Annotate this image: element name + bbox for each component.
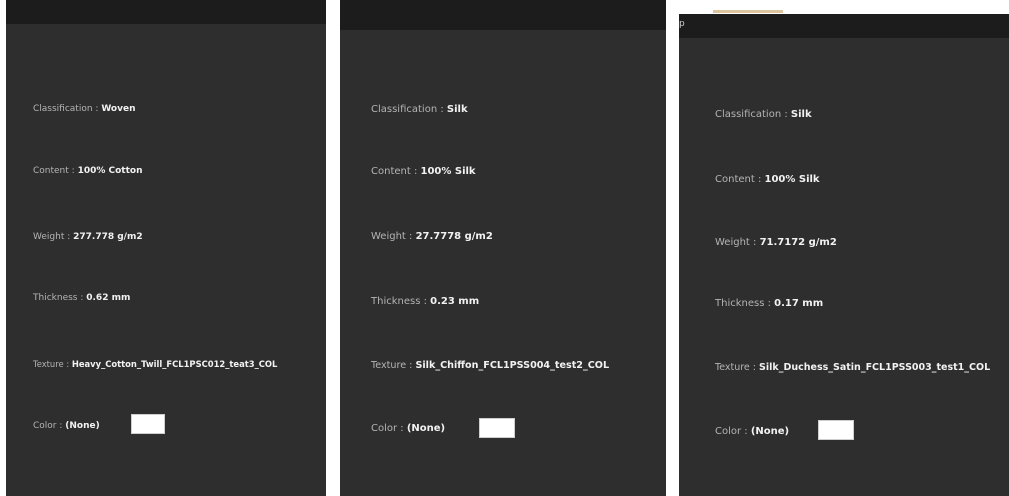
content-label: Content : <box>715 174 765 185</box>
classification-value: Silk <box>790 109 812 120</box>
content-row: Content : 100% Silk <box>371 166 476 177</box>
color-value: (None) <box>65 421 100 431</box>
texture-label: Texture : <box>33 359 72 369</box>
color-row: Color : (None) <box>715 426 789 437</box>
header-stub-text: p <box>679 19 685 29</box>
panel-header-bar <box>6 0 326 24</box>
texture-row: Texture : Silk_Duchess_Satin_FCL1PSS003_… <box>715 362 990 373</box>
content-value: 100% Cotton <box>77 166 143 176</box>
classification-label: Classification : <box>371 104 447 115</box>
content-label: Content : <box>33 166 78 176</box>
thickness-value: 0.17 mm <box>774 298 824 309</box>
color-row: Color : (None) <box>371 423 445 434</box>
weight-label: Weight : <box>33 232 74 242</box>
material-info-panel-2: Classification : Silk Content : 100% Sil… <box>340 0 666 496</box>
weight-value: 277.778 g/m2 <box>73 232 143 242</box>
material-info-panel-3: p Classification : Silk Content : 100% S… <box>679 0 1009 496</box>
texture-value: Heavy_Cotton_Twill_FCL1PSC012_teat3_COL <box>71 359 278 369</box>
classification-label: Classification : <box>715 109 791 120</box>
thickness-label: Thickness : <box>715 298 775 309</box>
classification-label: Classification : <box>33 104 102 114</box>
classification-value: Silk <box>446 104 468 115</box>
thickness-row: Thickness : 0.23 mm <box>371 296 479 307</box>
texture-label: Texture : <box>715 362 760 373</box>
content-value: 100% Silk <box>420 166 476 177</box>
color-label: Color : <box>371 423 407 434</box>
material-info-panel-1: Classification : Woven Content : 100% Co… <box>6 0 326 496</box>
classification-row: Classification : Silk <box>371 104 468 115</box>
classification-value: Woven <box>101 104 136 114</box>
color-swatch[interactable] <box>131 414 165 434</box>
thickness-label: Thickness : <box>371 296 431 307</box>
content-label: Content : <box>371 166 421 177</box>
content-row: Content : 100% Cotton <box>33 166 142 176</box>
panel-header-bar <box>340 0 666 30</box>
weight-label: Weight : <box>715 237 760 248</box>
color-row: Color : (None) <box>33 421 100 431</box>
thickness-value: 0.23 mm <box>430 296 480 307</box>
weight-value: 27.7778 g/m2 <box>415 231 493 242</box>
weight-row: Weight : 71.7172 g/m2 <box>715 237 837 248</box>
classification-row: Classification : Woven <box>33 104 135 114</box>
color-value: (None) <box>750 426 790 437</box>
color-swatch[interactable] <box>818 420 854 440</box>
color-label: Color : <box>715 426 751 437</box>
content-value: 100% Silk <box>764 174 820 185</box>
texture-row: Texture : Heavy_Cotton_Twill_FCL1PSC012_… <box>33 359 277 369</box>
color-swatch[interactable] <box>479 418 515 438</box>
header-decoration <box>713 10 783 13</box>
texture-value: Silk_Chiffon_FCL1PSS004_test2_COL <box>415 360 610 371</box>
weight-label: Weight : <box>371 231 416 242</box>
thickness-value: 0.62 mm <box>86 293 131 303</box>
texture-value: Silk_Duchess_Satin_FCL1PSS003_test1_COL <box>759 362 991 373</box>
thickness-row: Thickness : 0.62 mm <box>33 293 130 303</box>
classification-row: Classification : Silk <box>715 109 812 120</box>
weight-row: Weight : 27.7778 g/m2 <box>371 231 493 242</box>
weight-row: Weight : 277.778 g/m2 <box>33 232 143 242</box>
thickness-label: Thickness : <box>33 293 87 303</box>
panel-header-bar <box>679 14 1009 38</box>
color-value: (None) <box>406 423 446 434</box>
content-row: Content : 100% Silk <box>715 174 820 185</box>
weight-value: 71.7172 g/m2 <box>759 237 837 248</box>
texture-row: Texture : Silk_Chiffon_FCL1PSS004_test2_… <box>371 360 609 371</box>
color-label: Color : <box>33 421 66 431</box>
texture-label: Texture : <box>371 360 416 371</box>
thickness-row: Thickness : 0.17 mm <box>715 298 823 309</box>
